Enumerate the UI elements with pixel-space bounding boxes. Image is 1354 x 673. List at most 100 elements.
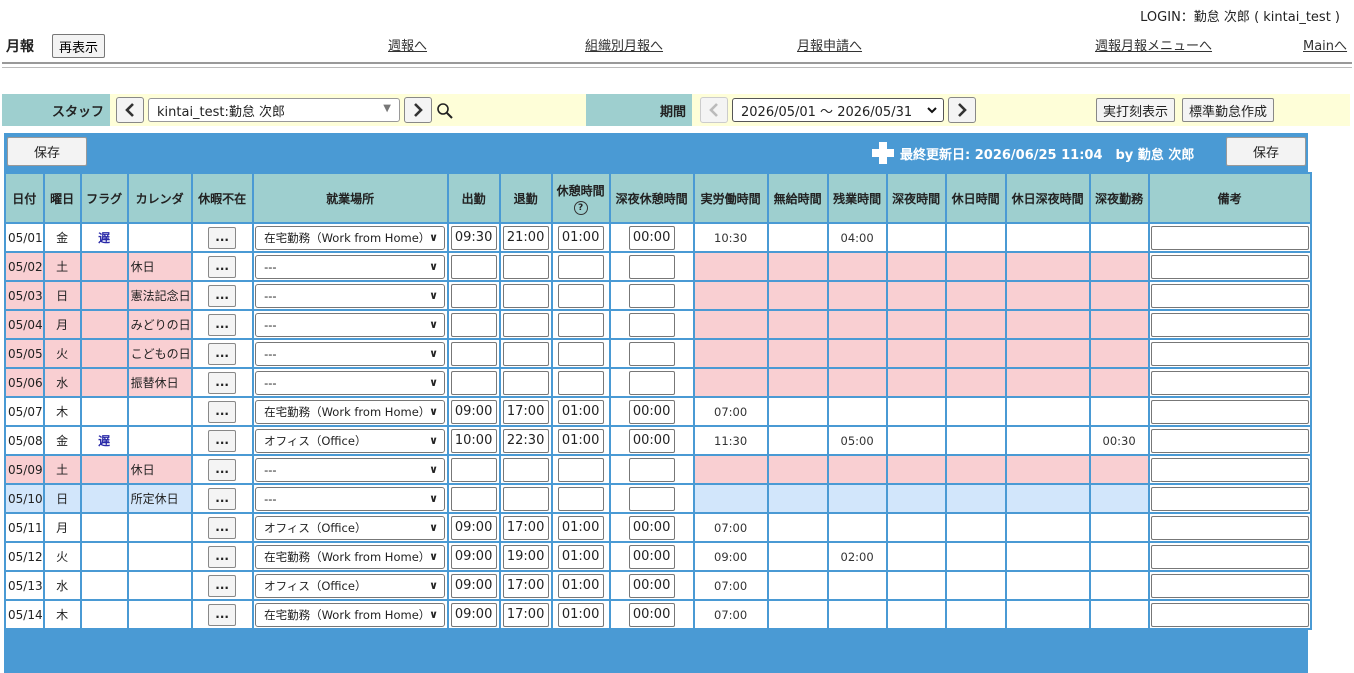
remarks-field[interactable] [1150, 457, 1309, 482]
workplace-select[interactable]: --- ∨ [255, 312, 446, 337]
monthly-apply-link[interactable]: 月報申請へ [797, 35, 862, 54]
clock-in-field[interactable]: 09:30 [450, 225, 497, 250]
clock-in-field[interactable]: 10:00 [450, 428, 497, 453]
workplace-select[interactable]: 在宅勤務（Work from Home） ∨ [255, 225, 446, 250]
clock-in-field[interactable] [450, 341, 497, 366]
night-break-field[interactable] [628, 283, 675, 308]
remarks-field[interactable] [1150, 312, 1309, 337]
staff-next-button[interactable] [404, 97, 432, 123]
leave-button[interactable]: ... [208, 458, 237, 481]
leave-button[interactable]: ... [208, 284, 237, 307]
clock-in-field[interactable]: 09:00 [450, 573, 497, 598]
clock-in-field[interactable]: 09:00 [450, 399, 497, 424]
break-field[interactable]: 01:00 [557, 573, 604, 598]
workplace-select[interactable]: オフィス（Office） ∨ [255, 428, 446, 453]
break-field[interactable] [557, 254, 604, 279]
org-monthly-link[interactable]: 組織別月報へ [585, 35, 663, 54]
night-break-field[interactable]: 00:00 [628, 399, 675, 424]
help-icon[interactable]: ? [573, 200, 588, 215]
clock-out-field[interactable] [502, 486, 549, 511]
break-field[interactable]: 01:00 [557, 225, 604, 250]
clock-in-field[interactable] [450, 283, 497, 308]
clock-out-field[interactable] [502, 312, 549, 337]
staff-select[interactable]: kintai_test:勤怠 次郎 ▼ [148, 98, 400, 122]
workplace-select[interactable]: オフィス（Office） ∨ [255, 515, 446, 540]
night-break-field[interactable]: 00:00 [628, 225, 675, 250]
report-menu-link[interactable]: 週報月報メニューへ [1095, 35, 1212, 54]
clock-out-field[interactable]: 19:00 [502, 544, 549, 569]
break-field[interactable]: 01:00 [557, 602, 604, 627]
leave-button[interactable]: ... [208, 603, 237, 626]
remarks-field[interactable] [1150, 602, 1309, 627]
remarks-field[interactable] [1150, 225, 1309, 250]
leave-button[interactable]: ... [208, 487, 237, 510]
leave-button[interactable]: ... [208, 574, 237, 597]
workplace-select[interactable]: --- ∨ [255, 341, 446, 366]
leave-button[interactable]: ... [208, 342, 237, 365]
workplace-select[interactable]: --- ∨ [255, 486, 446, 511]
night-break-field[interactable]: 00:00 [628, 544, 675, 569]
workplace-select[interactable]: 在宅勤務（Work from Home） ∨ [255, 399, 446, 424]
night-break-field[interactable]: 00:00 [628, 573, 675, 598]
night-break-field[interactable] [628, 341, 675, 366]
break-field[interactable] [557, 370, 604, 395]
period-next-button[interactable] [948, 97, 976, 123]
workplace-select[interactable]: --- ∨ [255, 457, 446, 482]
clock-out-field[interactable]: 17:00 [502, 602, 549, 627]
remarks-field[interactable] [1150, 399, 1309, 424]
period-prev-button[interactable] [700, 97, 728, 123]
clock-in-field[interactable] [450, 370, 497, 395]
break-field[interactable]: 01:00 [557, 428, 604, 453]
break-field[interactable]: 01:00 [557, 544, 604, 569]
clock-out-field[interactable] [502, 283, 549, 308]
save-button-left[interactable]: 保存 [7, 137, 87, 166]
leave-button[interactable]: ... [208, 255, 237, 278]
weekly-report-link[interactable]: 週報へ [388, 35, 427, 54]
period-select[interactable]: 2026/05/01 ～ 2026/05/31 [732, 98, 944, 122]
workplace-select[interactable]: 在宅勤務（Work from Home） ∨ [255, 544, 446, 569]
leave-button[interactable]: ... [208, 516, 237, 539]
night-break-field[interactable]: 00:00 [628, 428, 675, 453]
remarks-field[interactable] [1150, 254, 1309, 279]
clock-out-field[interactable]: 22:30 [502, 428, 549, 453]
leave-button[interactable]: ... [208, 371, 237, 394]
actual-punch-button[interactable]: 実打刻表示 [1096, 98, 1176, 122]
staff-prev-button[interactable] [116, 97, 144, 123]
workplace-select[interactable]: 在宅勤務（Work from Home） ∨ [255, 602, 446, 627]
leave-button[interactable]: ... [208, 429, 237, 452]
leave-button[interactable]: ... [208, 313, 237, 336]
remarks-field[interactable] [1150, 515, 1309, 540]
clock-out-field[interactable] [502, 370, 549, 395]
remarks-field[interactable] [1150, 341, 1309, 366]
night-break-field[interactable] [628, 370, 675, 395]
break-field[interactable]: 01:00 [557, 515, 604, 540]
leave-button[interactable]: ... [208, 226, 237, 249]
remarks-field[interactable] [1150, 544, 1309, 569]
clock-out-field[interactable]: 21:00 [502, 225, 549, 250]
clock-out-field[interactable] [502, 254, 549, 279]
remarks-field[interactable] [1150, 283, 1309, 308]
night-break-field[interactable]: 00:00 [628, 515, 675, 540]
break-field[interactable] [557, 341, 604, 366]
clock-out-field[interactable]: 17:00 [502, 515, 549, 540]
clock-out-field[interactable]: 17:00 [502, 573, 549, 598]
remarks-field[interactable] [1150, 573, 1309, 598]
night-break-field[interactable] [628, 457, 675, 482]
clock-in-field[interactable]: 09:00 [450, 544, 497, 569]
clock-out-field[interactable] [502, 341, 549, 366]
workplace-select[interactable]: オフィス（Office） ∨ [255, 573, 446, 598]
clock-out-field[interactable] [502, 457, 549, 482]
standard-attendance-button[interactable]: 標準勤怠作成 [1182, 98, 1275, 122]
clock-in-field[interactable]: 09:00 [450, 515, 497, 540]
main-link[interactable]: Mainへ [1303, 35, 1347, 54]
clock-out-field[interactable]: 17:00 [502, 399, 549, 424]
night-break-field[interactable] [628, 254, 675, 279]
clock-in-field[interactable] [450, 312, 497, 337]
leave-button[interactable]: ... [208, 400, 237, 423]
clock-in-field[interactable]: 09:00 [450, 602, 497, 627]
workplace-select[interactable]: --- ∨ [255, 283, 446, 308]
break-field[interactable] [557, 457, 604, 482]
clock-in-field[interactable] [450, 486, 497, 511]
night-break-field[interactable] [628, 486, 675, 511]
workplace-select[interactable]: --- ∨ [255, 370, 446, 395]
